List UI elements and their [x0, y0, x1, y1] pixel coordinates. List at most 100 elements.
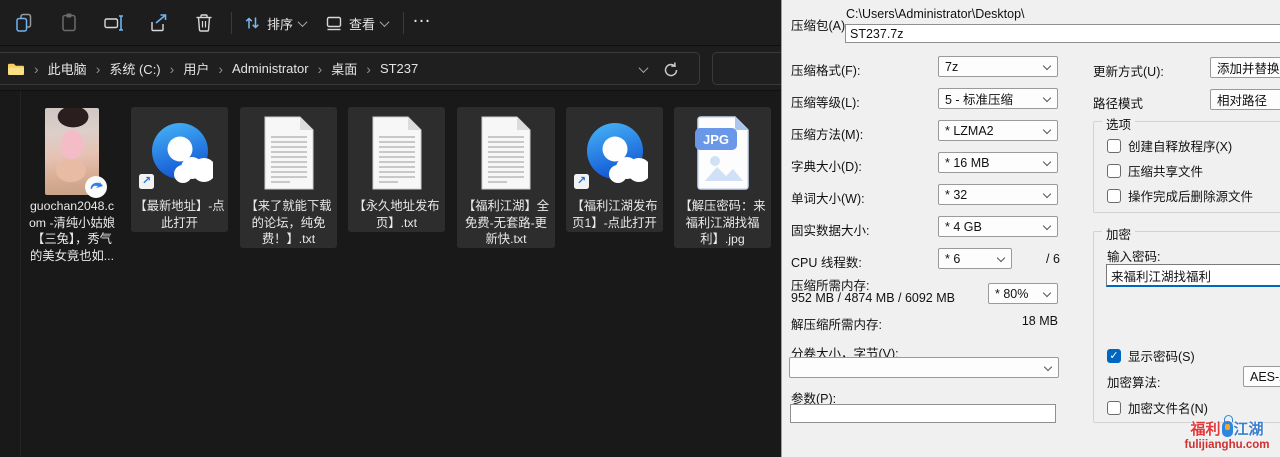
level-value: 5 - 标准压缩: [945, 89, 1013, 108]
path-mode-select[interactable]: 相对路径: [1210, 89, 1280, 110]
create-sfx-checkbox-row[interactable]: 创建自释放程序(X): [1107, 136, 1232, 155]
folder-icon: [7, 61, 25, 77]
chevron-down-icon: [997, 254, 1005, 262]
chevron-down-icon: [1043, 62, 1051, 70]
memory-usage-value: * 80%: [995, 287, 1028, 301]
file-tile-txt[interactable]: 【福利江湖】全 免费-无套路-更 新快.txt: [457, 107, 555, 248]
breadcrumb-item-st237[interactable]: ST237: [380, 61, 418, 76]
share-button[interactable]: [145, 9, 173, 37]
checkbox-unchecked[interactable]: [1107, 189, 1121, 203]
file-tile-video[interactable]: guochan2048.c om -清纯小姑娘 【三兔】，秀气 的美女竟也如..…: [20, 108, 124, 268]
parameters-input[interactable]: [790, 404, 1056, 423]
address-row: › 此电脑 › 系统 (C:) › 用户 › Administrator › 桌…: [0, 46, 781, 91]
volume-size-combo[interactable]: [789, 357, 1059, 378]
method-select[interactable]: * LZMA2: [938, 120, 1058, 141]
method-value: * LZMA2: [945, 124, 994, 138]
refresh-icon[interactable]: [661, 60, 681, 80]
paste-button[interactable]: [55, 9, 83, 37]
chevron-down-icon: [1043, 158, 1051, 166]
sort-button[interactable]: 排序: [243, 12, 306, 34]
format-label: 压缩格式(F):: [791, 60, 860, 79]
file-tile-qq-shortcut[interactable]: ↗ 【福利江湖发布 页1】-点此打开: [566, 107, 663, 232]
file-tile-txt[interactable]: 【永久地址发布 页】.txt: [348, 107, 445, 232]
checkbox-unchecked[interactable]: [1107, 401, 1121, 415]
breadcrumb-item-drive-c[interactable]: 系统 (C:): [109, 59, 160, 78]
address-dropdown-chevron-icon[interactable]: [639, 63, 649, 73]
copy-button[interactable]: [10, 9, 38, 37]
chevron-down-icon: [298, 17, 308, 27]
encrypt-filenames-checkbox-row[interactable]: 加密文件名(N): [1107, 398, 1208, 417]
qq-browser-icon: ↗: [566, 111, 663, 195]
level-select[interactable]: 5 - 标准压缩: [938, 88, 1058, 109]
word-size-value: * 32: [945, 188, 967, 202]
memory-compress-detail: 952 MB / 4874 MB / 6092 MB: [791, 291, 955, 305]
more-button[interactable]: …: [412, 6, 432, 28]
file-name: 【解压密码：来 福利江湖找福 利】.jpg: [679, 198, 765, 248]
dictionary-value: * 16 MB: [945, 156, 989, 170]
file-name: guochan2048.c om -清纯小姑娘 【三兔】，秀气 的美女竟也如..…: [29, 198, 115, 264]
breadcrumb-separator: ›: [366, 61, 371, 77]
encryption-method-select[interactable]: AES-256: [1243, 366, 1280, 387]
share-icon: [147, 11, 171, 35]
chevron-down-icon: [1043, 222, 1051, 230]
format-select[interactable]: 7z: [938, 56, 1058, 77]
sort-arrows-icon: [243, 14, 261, 32]
file-tile-jpg[interactable]: JPG 【解压密码：来 福利江湖找福 利】.jpg: [674, 107, 771, 248]
chevron-down-icon: [1043, 94, 1051, 102]
delete-button[interactable]: [190, 9, 218, 37]
rename-icon: [102, 11, 126, 35]
breadcrumb-separator: ›: [34, 61, 39, 77]
create-sfx-label: 创建自释放程序(X): [1128, 136, 1232, 155]
chevron-down-icon: [1044, 363, 1052, 371]
level-label: 压缩等级(L):: [791, 92, 860, 111]
word-size-select[interactable]: * 32: [938, 184, 1058, 205]
show-password-checkbox-row[interactable]: ✓ 显示密码(S): [1107, 346, 1195, 365]
checkbox-unchecked[interactable]: [1107, 164, 1121, 178]
checkbox-unchecked[interactable]: [1107, 139, 1121, 153]
view-button[interactable]: 查看: [325, 12, 388, 34]
password-input[interactable]: 来福利江湖找福利: [1106, 264, 1280, 287]
watermark-brand: 福利江湖: [1176, 421, 1278, 438]
file-tile-qq-shortcut[interactable]: ↗ 【最新地址】-点 此打开: [131, 107, 228, 232]
password-value: 来福利江湖找福利: [1111, 266, 1211, 285]
update-mode-select[interactable]: 添加并替换文件: [1210, 57, 1280, 78]
breadcrumb-item-administrator[interactable]: Administrator: [232, 61, 309, 76]
text-file-icon: [457, 111, 555, 195]
mouse-icon: [1222, 421, 1233, 437]
watermark-brand-right: 江湖: [1234, 421, 1264, 438]
memory-usage-select[interactable]: * 80%: [988, 283, 1058, 304]
compress-shared-checkbox-row[interactable]: 压缩共享文件: [1107, 161, 1203, 180]
breadcrumb-item-this-pc[interactable]: 此电脑: [48, 59, 87, 78]
chevron-down-icon: [380, 17, 390, 27]
password-label: 输入密码:: [1107, 246, 1160, 265]
cpu-threads-select[interactable]: * 6: [938, 248, 1012, 269]
method-label: 压缩方法(M):: [791, 124, 863, 143]
solid-size-label: 固实数据大小:: [791, 220, 869, 239]
checkbox-checked[interactable]: ✓: [1107, 349, 1121, 363]
dictionary-select[interactable]: * 16 MB: [938, 152, 1058, 173]
breadcrumb: › 此电脑 › 系统 (C:) › 用户 › Administrator › 桌…: [7, 59, 418, 78]
breadcrumb-separator: ›: [170, 61, 175, 77]
chevron-down-icon: [1043, 289, 1051, 297]
file-tile-txt[interactable]: 【来了就能下载 的论坛，纯免 费！】.txt: [240, 107, 337, 248]
file-name: 【福利江湖】全 免费-无套路-更 新快.txt: [463, 198, 549, 248]
copy-icon: [12, 11, 36, 35]
delete-after-checkbox-row[interactable]: 操作完成后删除源文件: [1107, 186, 1253, 205]
file-name: 【来了就能下载 的论坛，纯免 费！】.txt: [245, 198, 331, 248]
video-thumbnail: [20, 108, 124, 195]
address-bar[interactable]: › 此电脑 › 系统 (C:) › 用户 › Administrator › 桌…: [0, 52, 700, 85]
search-box[interactable]: [712, 52, 781, 85]
archive-name-input[interactable]: ST237.7z: [845, 24, 1280, 43]
breadcrumb-item-users[interactable]: 用户: [183, 59, 209, 78]
cpu-threads-max: / 6: [1046, 252, 1060, 266]
solid-size-select[interactable]: * 4 GB: [938, 216, 1058, 237]
video-thumbnail-image: [45, 108, 99, 195]
rename-button[interactable]: [100, 9, 128, 37]
7zip-add-archive-dialog: 压缩包(A) C:\Users\Administrator\Desktop\ S…: [781, 0, 1280, 457]
breadcrumb-item-desktop[interactable]: 桌面: [331, 59, 357, 78]
encrypt-filenames-label: 加密文件名(N): [1128, 398, 1208, 417]
archive-label: 压缩包(A): [791, 15, 845, 34]
memory-decompress-value: 18 MB: [962, 314, 1058, 328]
file-explorer-window: 排序 查看 … › 此电脑 › 系统 (C:): [0, 0, 781, 457]
file-name: 【福利江湖发布 页1】-点此打开: [571, 198, 657, 231]
